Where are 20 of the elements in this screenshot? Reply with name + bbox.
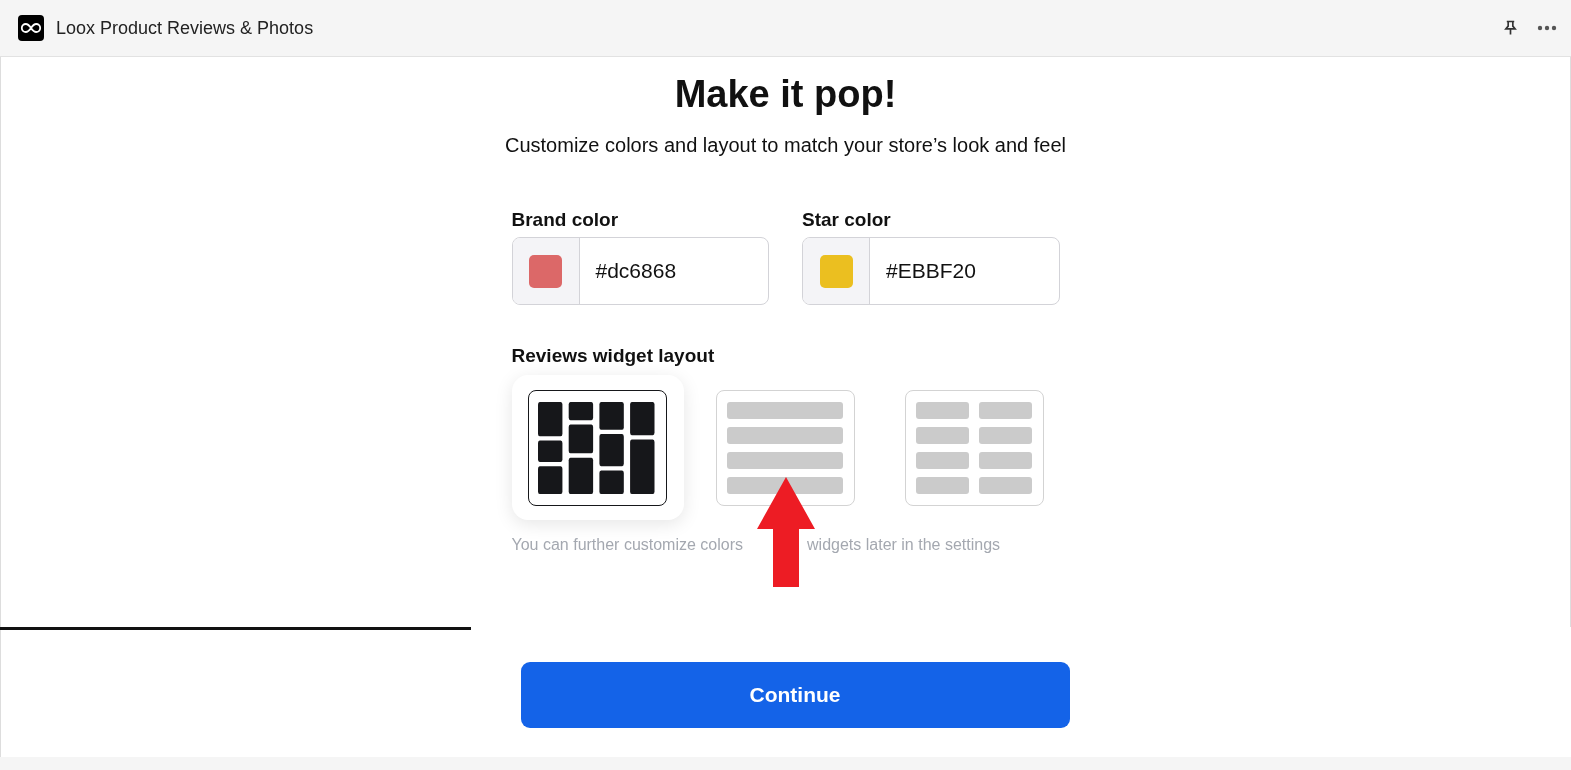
field-label: Brand color bbox=[511, 209, 620, 231]
layout-option[interactable] bbox=[511, 375, 684, 520]
section-label: Reviews widget layout bbox=[511, 345, 716, 367]
window-title: Loox Product Reviews & Photos bbox=[56, 17, 314, 39]
color-input-field[interactable]: #EBBF20 bbox=[802, 237, 1060, 305]
grid-layout-icon bbox=[916, 401, 1032, 494]
subtitle: Customize colors and layout to match your store’s look and feel bbox=[505, 134, 1066, 157]
masonry-layout-icon bbox=[537, 401, 658, 494]
infinity-logo-icon bbox=[18, 15, 44, 41]
heading: Make it pop! bbox=[674, 73, 897, 116]
color-swatch[interactable] bbox=[819, 254, 853, 288]
hint-text: widgets later in the settings bbox=[807, 536, 1001, 554]
list-layout-icon bbox=[727, 401, 843, 494]
hint-text: You can further customize colors bbox=[511, 536, 744, 554]
pin-icon[interactable] bbox=[1504, 20, 1517, 36]
color-swatch[interactable] bbox=[529, 254, 562, 288]
more-icon[interactable] bbox=[1537, 25, 1557, 31]
field-label: Star color bbox=[802, 209, 892, 231]
color-input-field[interactable]: #dc6868 bbox=[511, 237, 769, 305]
continue-button[interactable]: Continue bbox=[520, 661, 1070, 728]
